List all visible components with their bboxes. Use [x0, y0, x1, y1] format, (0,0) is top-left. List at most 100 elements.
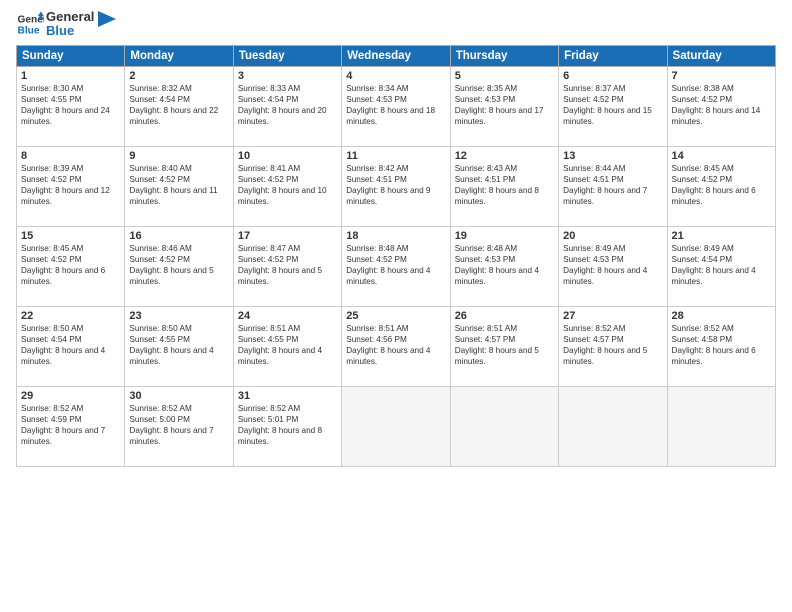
day-number: 8 [21, 150, 120, 162]
table-row [667, 386, 775, 466]
cell-text: Sunrise: 8:52 AMSunset: 4:57 PMDaylight:… [563, 324, 647, 366]
table-row: 22 Sunrise: 8:50 AMSunset: 4:54 PMDaylig… [17, 306, 125, 386]
cell-text: Sunrise: 8:42 AMSunset: 4:51 PMDaylight:… [346, 164, 430, 206]
day-number: 9 [129, 150, 228, 162]
cell-text: Sunrise: 8:33 AMSunset: 4:54 PMDaylight:… [238, 84, 327, 126]
table-row: 12 Sunrise: 8:43 AMSunset: 4:51 PMDaylig… [450, 146, 558, 226]
table-row: 29 Sunrise: 8:52 AMSunset: 4:59 PMDaylig… [17, 386, 125, 466]
cell-text: Sunrise: 8:32 AMSunset: 4:54 PMDaylight:… [129, 84, 218, 126]
day-number: 19 [455, 230, 554, 242]
table-row: 30 Sunrise: 8:52 AMSunset: 5:00 PMDaylig… [125, 386, 233, 466]
day-number: 26 [455, 310, 554, 322]
cell-text: Sunrise: 8:50 AMSunset: 4:55 PMDaylight:… [129, 324, 213, 366]
day-number: 23 [129, 310, 228, 322]
day-number: 31 [238, 390, 337, 402]
table-row: 3 Sunrise: 8:33 AMSunset: 4:54 PMDayligh… [233, 66, 341, 146]
table-row: 16 Sunrise: 8:46 AMSunset: 4:52 PMDaylig… [125, 226, 233, 306]
cell-text: Sunrise: 8:46 AMSunset: 4:52 PMDaylight:… [129, 244, 213, 286]
day-number: 30 [129, 390, 228, 402]
day-number: 24 [238, 310, 337, 322]
cell-text: Sunrise: 8:51 AMSunset: 4:56 PMDaylight:… [346, 324, 430, 366]
cell-text: Sunrise: 8:45 AMSunset: 4:52 PMDaylight:… [672, 164, 756, 206]
calendar-table: Sunday Monday Tuesday Wednesday Thursday… [16, 45, 776, 467]
day-number: 11 [346, 150, 445, 162]
day-number: 16 [129, 230, 228, 242]
table-row: 26 Sunrise: 8:51 AMSunset: 4:57 PMDaylig… [450, 306, 558, 386]
day-number: 20 [563, 230, 662, 242]
cell-text: Sunrise: 8:30 AMSunset: 4:55 PMDaylight:… [21, 84, 110, 126]
day-number: 12 [455, 150, 554, 162]
calendar-header-row: Sunday Monday Tuesday Wednesday Thursday… [17, 45, 776, 66]
table-row: 2 Sunrise: 8:32 AMSunset: 4:54 PMDayligh… [125, 66, 233, 146]
day-number: 10 [238, 150, 337, 162]
day-number: 28 [672, 310, 771, 322]
cell-text: Sunrise: 8:44 AMSunset: 4:51 PMDaylight:… [563, 164, 647, 206]
table-row: 15 Sunrise: 8:45 AMSunset: 4:52 PMDaylig… [17, 226, 125, 306]
table-row: 5 Sunrise: 8:35 AMSunset: 4:53 PMDayligh… [450, 66, 558, 146]
day-number: 15 [21, 230, 120, 242]
cell-text: Sunrise: 8:49 AMSunset: 4:53 PMDaylight:… [563, 244, 647, 286]
cell-text: Sunrise: 8:34 AMSunset: 4:53 PMDaylight:… [346, 84, 435, 126]
logo-general: General [46, 10, 94, 24]
table-row: 18 Sunrise: 8:48 AMSunset: 4:52 PMDaylig… [342, 226, 450, 306]
calendar-week-row: 8 Sunrise: 8:39 AMSunset: 4:52 PMDayligh… [17, 146, 776, 226]
cell-text: Sunrise: 8:51 AMSunset: 4:57 PMDaylight:… [455, 324, 539, 366]
day-number: 1 [21, 70, 120, 82]
day-number: 14 [672, 150, 771, 162]
cell-text: Sunrise: 8:51 AMSunset: 4:55 PMDaylight:… [238, 324, 322, 366]
calendar-week-row: 1 Sunrise: 8:30 AMSunset: 4:55 PMDayligh… [17, 66, 776, 146]
day-number: 7 [672, 70, 771, 82]
cell-text: Sunrise: 8:40 AMSunset: 4:52 PMDaylight:… [129, 164, 217, 206]
cell-text: Sunrise: 8:50 AMSunset: 4:54 PMDaylight:… [21, 324, 105, 366]
cell-text: Sunrise: 8:52 AMSunset: 5:00 PMDaylight:… [129, 404, 213, 446]
cell-text: Sunrise: 8:52 AMSunset: 5:01 PMDaylight:… [238, 404, 322, 446]
cell-text: Sunrise: 8:52 AMSunset: 4:59 PMDaylight:… [21, 404, 105, 446]
table-row: 1 Sunrise: 8:30 AMSunset: 4:55 PMDayligh… [17, 66, 125, 146]
cell-text: Sunrise: 8:48 AMSunset: 4:53 PMDaylight:… [455, 244, 539, 286]
day-number: 5 [455, 70, 554, 82]
table-row [342, 386, 450, 466]
cell-text: Sunrise: 8:45 AMSunset: 4:52 PMDaylight:… [21, 244, 105, 286]
day-number: 27 [563, 310, 662, 322]
table-row [559, 386, 667, 466]
logo-icon: General Blue [16, 10, 44, 38]
table-row: 8 Sunrise: 8:39 AMSunset: 4:52 PMDayligh… [17, 146, 125, 226]
table-row: 7 Sunrise: 8:38 AMSunset: 4:52 PMDayligh… [667, 66, 775, 146]
table-row: 9 Sunrise: 8:40 AMSunset: 4:52 PMDayligh… [125, 146, 233, 226]
col-friday: Friday [559, 45, 667, 66]
table-row: 14 Sunrise: 8:45 AMSunset: 4:52 PMDaylig… [667, 146, 775, 226]
table-row: 31 Sunrise: 8:52 AMSunset: 5:01 PMDaylig… [233, 386, 341, 466]
day-number: 22 [21, 310, 120, 322]
table-row: 6 Sunrise: 8:37 AMSunset: 4:52 PMDayligh… [559, 66, 667, 146]
col-saturday: Saturday [667, 45, 775, 66]
cell-text: Sunrise: 8:52 AMSunset: 4:58 PMDaylight:… [672, 324, 756, 366]
page: General Blue General Blue Sunday Monday … [0, 0, 792, 612]
cell-text: Sunrise: 8:49 AMSunset: 4:54 PMDaylight:… [672, 244, 756, 286]
header: General Blue General Blue [16, 10, 776, 39]
cell-text: Sunrise: 8:41 AMSunset: 4:52 PMDaylight:… [238, 164, 327, 206]
table-row [450, 386, 558, 466]
calendar-week-row: 29 Sunrise: 8:52 AMSunset: 4:59 PMDaylig… [17, 386, 776, 466]
table-row: 20 Sunrise: 8:49 AMSunset: 4:53 PMDaylig… [559, 226, 667, 306]
cell-text: Sunrise: 8:35 AMSunset: 4:53 PMDaylight:… [455, 84, 544, 126]
cell-text: Sunrise: 8:47 AMSunset: 4:52 PMDaylight:… [238, 244, 322, 286]
logo-arrow-icon [98, 11, 116, 33]
calendar-week-row: 15 Sunrise: 8:45 AMSunset: 4:52 PMDaylig… [17, 226, 776, 306]
col-thursday: Thursday [450, 45, 558, 66]
table-row: 21 Sunrise: 8:49 AMSunset: 4:54 PMDaylig… [667, 226, 775, 306]
cell-text: Sunrise: 8:37 AMSunset: 4:52 PMDaylight:… [563, 84, 652, 126]
svg-text:Blue: Blue [18, 26, 40, 37]
cell-text: Sunrise: 8:43 AMSunset: 4:51 PMDaylight:… [455, 164, 539, 206]
table-row: 27 Sunrise: 8:52 AMSunset: 4:57 PMDaylig… [559, 306, 667, 386]
col-wednesday: Wednesday [342, 45, 450, 66]
logo: General Blue General Blue [16, 10, 116, 39]
day-number: 2 [129, 70, 228, 82]
table-row: 24 Sunrise: 8:51 AMSunset: 4:55 PMDaylig… [233, 306, 341, 386]
day-number: 6 [563, 70, 662, 82]
day-number: 4 [346, 70, 445, 82]
col-sunday: Sunday [17, 45, 125, 66]
day-number: 17 [238, 230, 337, 242]
day-number: 18 [346, 230, 445, 242]
calendar-week-row: 22 Sunrise: 8:50 AMSunset: 4:54 PMDaylig… [17, 306, 776, 386]
table-row: 19 Sunrise: 8:48 AMSunset: 4:53 PMDaylig… [450, 226, 558, 306]
